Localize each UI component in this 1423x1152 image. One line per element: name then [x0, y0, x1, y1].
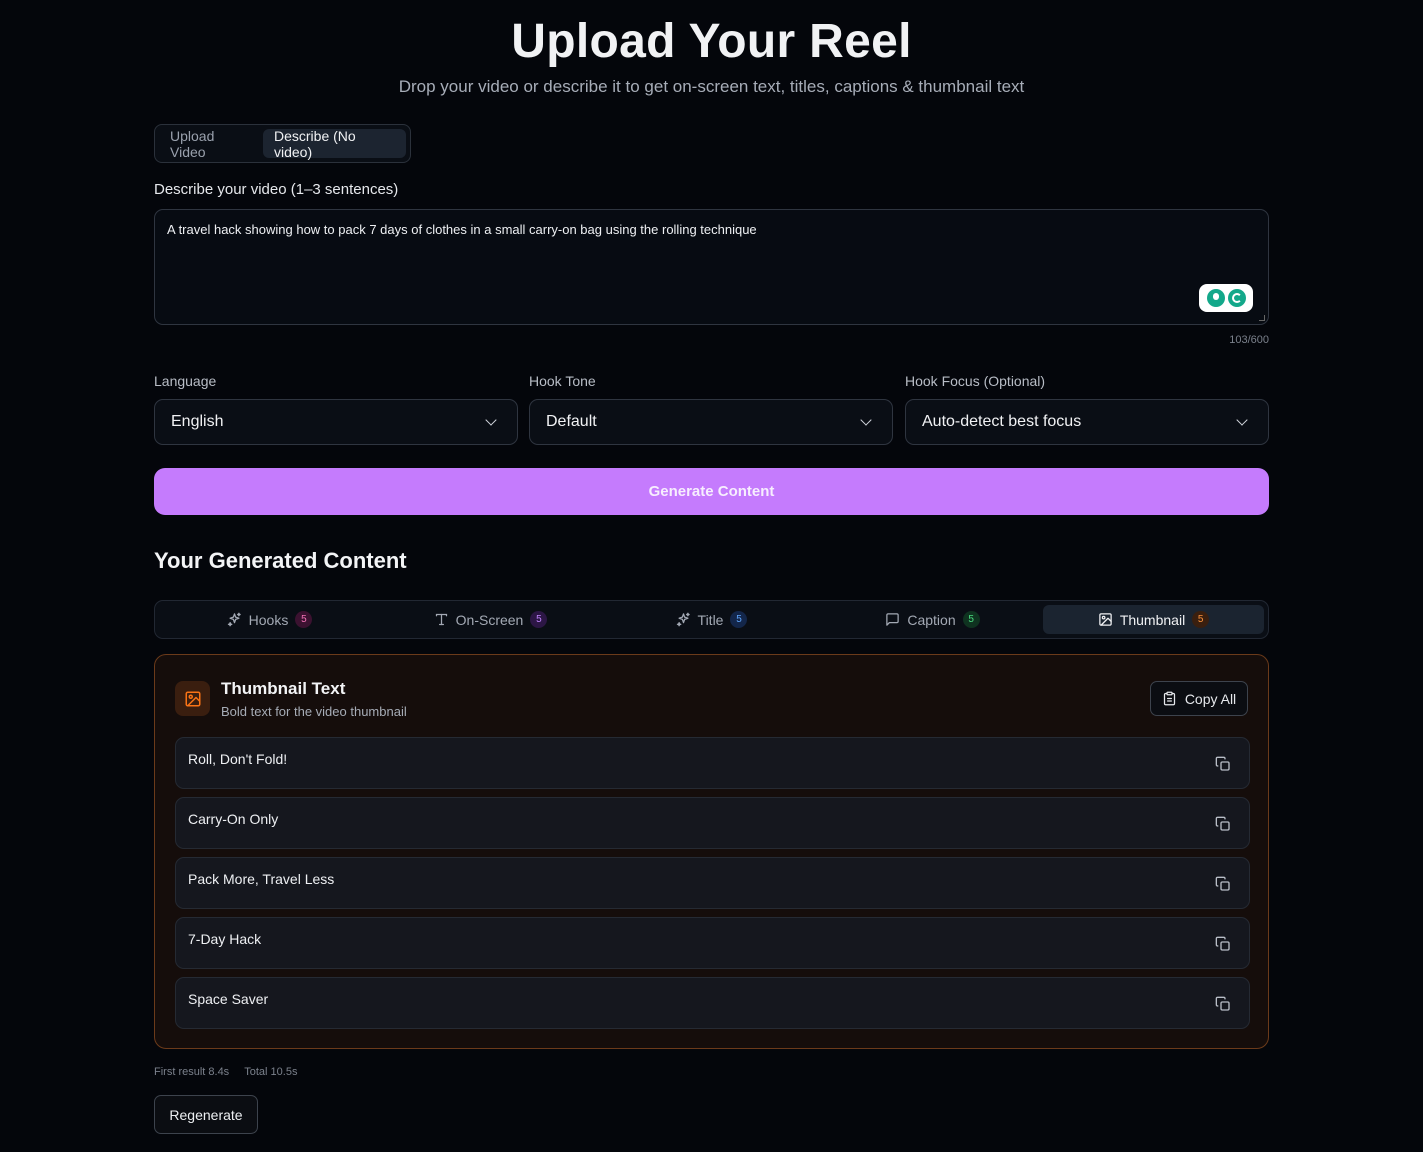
list-item: Roll, Don't Fold!: [175, 737, 1250, 789]
chevron-down-icon: [860, 414, 872, 426]
describe-tab[interactable]: Describe (No video): [262, 128, 406, 160]
page-subtitle: Drop your video or describe it to get on…: [398, 77, 1025, 96]
count-badge: 5: [730, 611, 748, 628]
results-tabs: Hooks 5 On-Screen 5 Title 5 Caption 5 Th…: [154, 600, 1269, 639]
image-icon: [1098, 612, 1113, 627]
message-square-icon: [885, 612, 900, 627]
hook-focus-value: Auto-detect best focus: [922, 413, 1082, 430]
thumbnail-text-card: Thumbnail Text Bold text for the video t…: [154, 654, 1269, 1049]
chevron-down-icon: [485, 414, 497, 426]
hook-tone-value: Default: [546, 413, 597, 430]
hook-focus-label: Hook Focus (Optional): [905, 373, 1046, 389]
first-result-time: First result 8.4s: [154, 1066, 230, 1078]
count-badge: 5: [1192, 611, 1210, 628]
tab-label: Title: [697, 611, 724, 628]
item-text: Carry-On Only: [188, 811, 279, 827]
tab-label: Hooks: [248, 611, 289, 628]
item-text: 7-Day Hack: [188, 931, 262, 947]
tab-label: Thumbnail: [1119, 611, 1186, 628]
count-badge: 5: [962, 611, 980, 628]
list-item: 7-Day Hack: [175, 917, 1250, 969]
language-value: English: [171, 413, 224, 430]
copy-icon[interactable]: [1215, 876, 1231, 892]
hook-tone-select[interactable]: Default: [529, 399, 893, 445]
copy-icon[interactable]: [1215, 816, 1231, 832]
image-icon: [175, 681, 210, 716]
chevron-down-icon: [1236, 414, 1248, 426]
copy-all-label: Copy All: [1184, 690, 1237, 707]
page-title: Upload Your Reel: [511, 15, 912, 68]
tab-on-screen[interactable]: On-Screen 5: [380, 605, 601, 634]
list-item: Space Saver: [175, 977, 1250, 1029]
tab-thumbnail[interactable]: Thumbnail 5: [1043, 605, 1264, 634]
copy-icon[interactable]: [1215, 756, 1231, 772]
item-text: Pack More, Travel Less: [188, 871, 335, 887]
tab-hooks[interactable]: Hooks 5: [159, 605, 380, 634]
resize-handle[interactable]: [1259, 315, 1265, 321]
char-count: 103/600: [1229, 334, 1269, 346]
total-time: Total 10.5s: [244, 1066, 298, 1078]
sparkles-icon: [227, 612, 242, 627]
sparkles-icon: [676, 612, 691, 627]
regenerate-button[interactable]: Regenerate: [154, 1095, 258, 1134]
description-label: Describe your video (1–3 sentences): [154, 181, 399, 198]
lightbulb-icon: [1206, 289, 1225, 307]
hook-focus-select[interactable]: Auto-detect best focus: [905, 399, 1269, 445]
hook-tone-label: Hook Tone: [529, 373, 596, 389]
item-text: Roll, Don't Fold!: [188, 751, 288, 767]
description-text: A travel hack showing how to pack 7 days…: [167, 222, 757, 237]
card-subtitle: Bold text for the video thumbnail: [221, 704, 407, 719]
mode-toggle: Upload Video Describe (No video): [154, 124, 411, 163]
results-title: Your Generated Content: [154, 548, 407, 573]
language-select[interactable]: English: [154, 399, 518, 445]
page: Upload Your Reel Drop your video or desc…: [0, 0, 1423, 1152]
timing-info: First result 8.4s Total 10.5s: [154, 1066, 297, 1078]
list-item: Pack More, Travel Less: [175, 857, 1250, 909]
grammarly-widget[interactable]: [1199, 284, 1253, 312]
copy-all-button[interactable]: Copy All: [1150, 681, 1248, 716]
tab-label: Caption: [907, 611, 956, 628]
count-badge: 5: [530, 611, 548, 628]
language-label: Language: [154, 373, 217, 389]
count-badge: 5: [295, 611, 313, 628]
upload-video-tab[interactable]: Upload Video: [159, 128, 263, 160]
type-icon: [434, 612, 449, 627]
item-text: Space Saver: [188, 991, 269, 1007]
tab-caption[interactable]: Caption 5: [822, 605, 1043, 634]
grammarly-icon: [1227, 289, 1246, 307]
copy-icon[interactable]: [1215, 936, 1231, 952]
copy-icon[interactable]: [1215, 996, 1231, 1012]
clipboard-icon: [1162, 691, 1177, 706]
generate-content-button[interactable]: Generate Content: [154, 468, 1269, 515]
tab-label: On-Screen: [455, 611, 524, 628]
card-title: Thumbnail Text: [221, 679, 346, 698]
tab-title[interactable]: Title 5: [601, 605, 822, 634]
list-item: Carry-On Only: [175, 797, 1250, 849]
description-textarea[interactable]: A travel hack showing how to pack 7 days…: [154, 209, 1269, 325]
